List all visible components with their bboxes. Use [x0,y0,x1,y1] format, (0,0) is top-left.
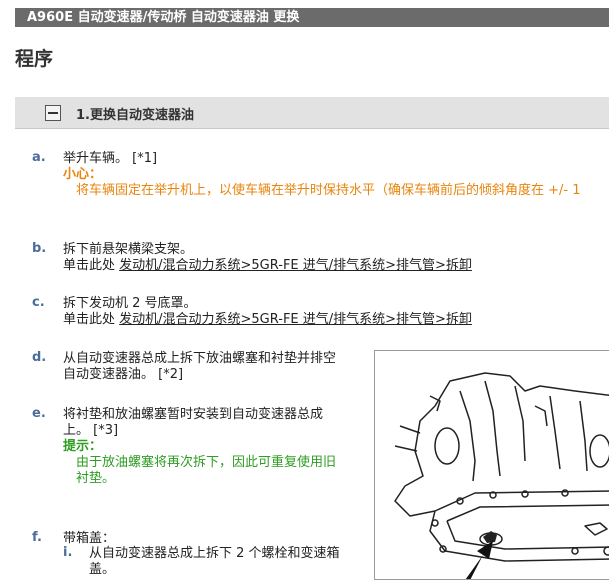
step-c-reference: 单击此处 发动机/混合动力系统>5GR-FE 进气/排气系统>排气管>拆卸 [63,312,472,328]
step-b-text: 拆下前悬架横梁支架。 [63,242,194,257]
step-a-text: 举升车辆。 [*1] [63,151,158,166]
step-e-line1: 将衬垫和放油螺塞暂时安装到自动变速器总成 [63,407,324,422]
transmission-drawing [394,372,609,579]
step-e: 将衬垫和放油螺塞暂时安装到自动变速器总成 上。 [*3] 提示： 由于放油螺塞将… [63,407,336,487]
step-d-line2: 自动变速器油。 [*2] [63,367,184,382]
hint-line1: 由于放油螺塞将再次拆下，因此可重复使用旧 [76,455,337,470]
substep-i: 从自动变速器总成上拆下 2 个螺栓和变速箱 盖。 [89,546,340,578]
substep-i-line1: 从自动变速器总成上拆下 2 个螺栓和变速箱 [89,546,340,561]
step-d-line1: 从自动变速器总成上拆下放油螺塞和衬垫并排空 [63,351,337,366]
step-a: 举升车辆。 [*1] 小心： 将车辆固定在举升机上，以使车辆在举升时保持水平（确… [63,151,581,199]
substep-i-marker: i. [63,545,73,560]
caution-text: 将车辆固定在举升机上，以使车辆在举升时保持水平（确保车辆前后的倾斜角度在 +/-… [76,183,581,198]
step-c: 拆下发动机 2 号底罩。 单击此处 发动机/混合动力系统>5GR-FE 进气/排… [63,296,472,328]
procedure-header-bar: A960E 自动变速器/传动桥 自动变速器油 更换 [15,8,609,27]
step-c-marker: c. [32,295,45,310]
collapse-minus-icon[interactable] [45,105,61,121]
hint-line2: 衬垫。 [76,471,116,486]
section-title: 1.更换自动变速器油 [76,108,194,123]
page-title: 程序 [15,48,54,70]
step-d: 从自动变速器总成上拆下放油螺塞和衬垫并排空 自动变速器油。 [*2] [63,351,336,383]
step-b-reference: 单击此处 发动机/混合动力系统>5GR-FE 进气/排气系统>排气管>拆卸 [63,258,472,274]
step-f-marker: f. [32,530,42,545]
step-c-text: 拆下发动机 2 号底罩。 [63,296,197,311]
arrow-icon [465,541,493,579]
step-d-marker: d. [32,350,47,365]
step-e-line2: 上。 [*3] [63,423,119,438]
ref-prefix: 单击此处 [63,258,120,273]
hint-label: 提示： [63,439,103,454]
caution-label: 小心： [63,167,103,182]
transmission-drain-plug-illustration[interactable] [374,350,609,580]
step-b-marker: b. [32,241,47,256]
ref-prefix: 单击此处 [63,312,120,327]
step-b: 拆下前悬架横梁支架。 单击此处 发动机/混合动力系统>5GR-FE 进气/排气系… [63,242,472,274]
step-e-marker: e. [32,406,46,421]
substep-i-line2: 盖。 [89,562,116,577]
step-a-marker: a. [32,150,46,165]
section-header[interactable]: 1.更换自动变速器油 [15,97,609,129]
step-b-link[interactable]: 发动机/混合动力系统>5GR-FE 进气/排气系统>排气管>拆卸 [119,258,472,273]
step-c-link[interactable]: 发动机/混合动力系统>5GR-FE 进气/排气系统>排气管>拆卸 [119,312,472,327]
